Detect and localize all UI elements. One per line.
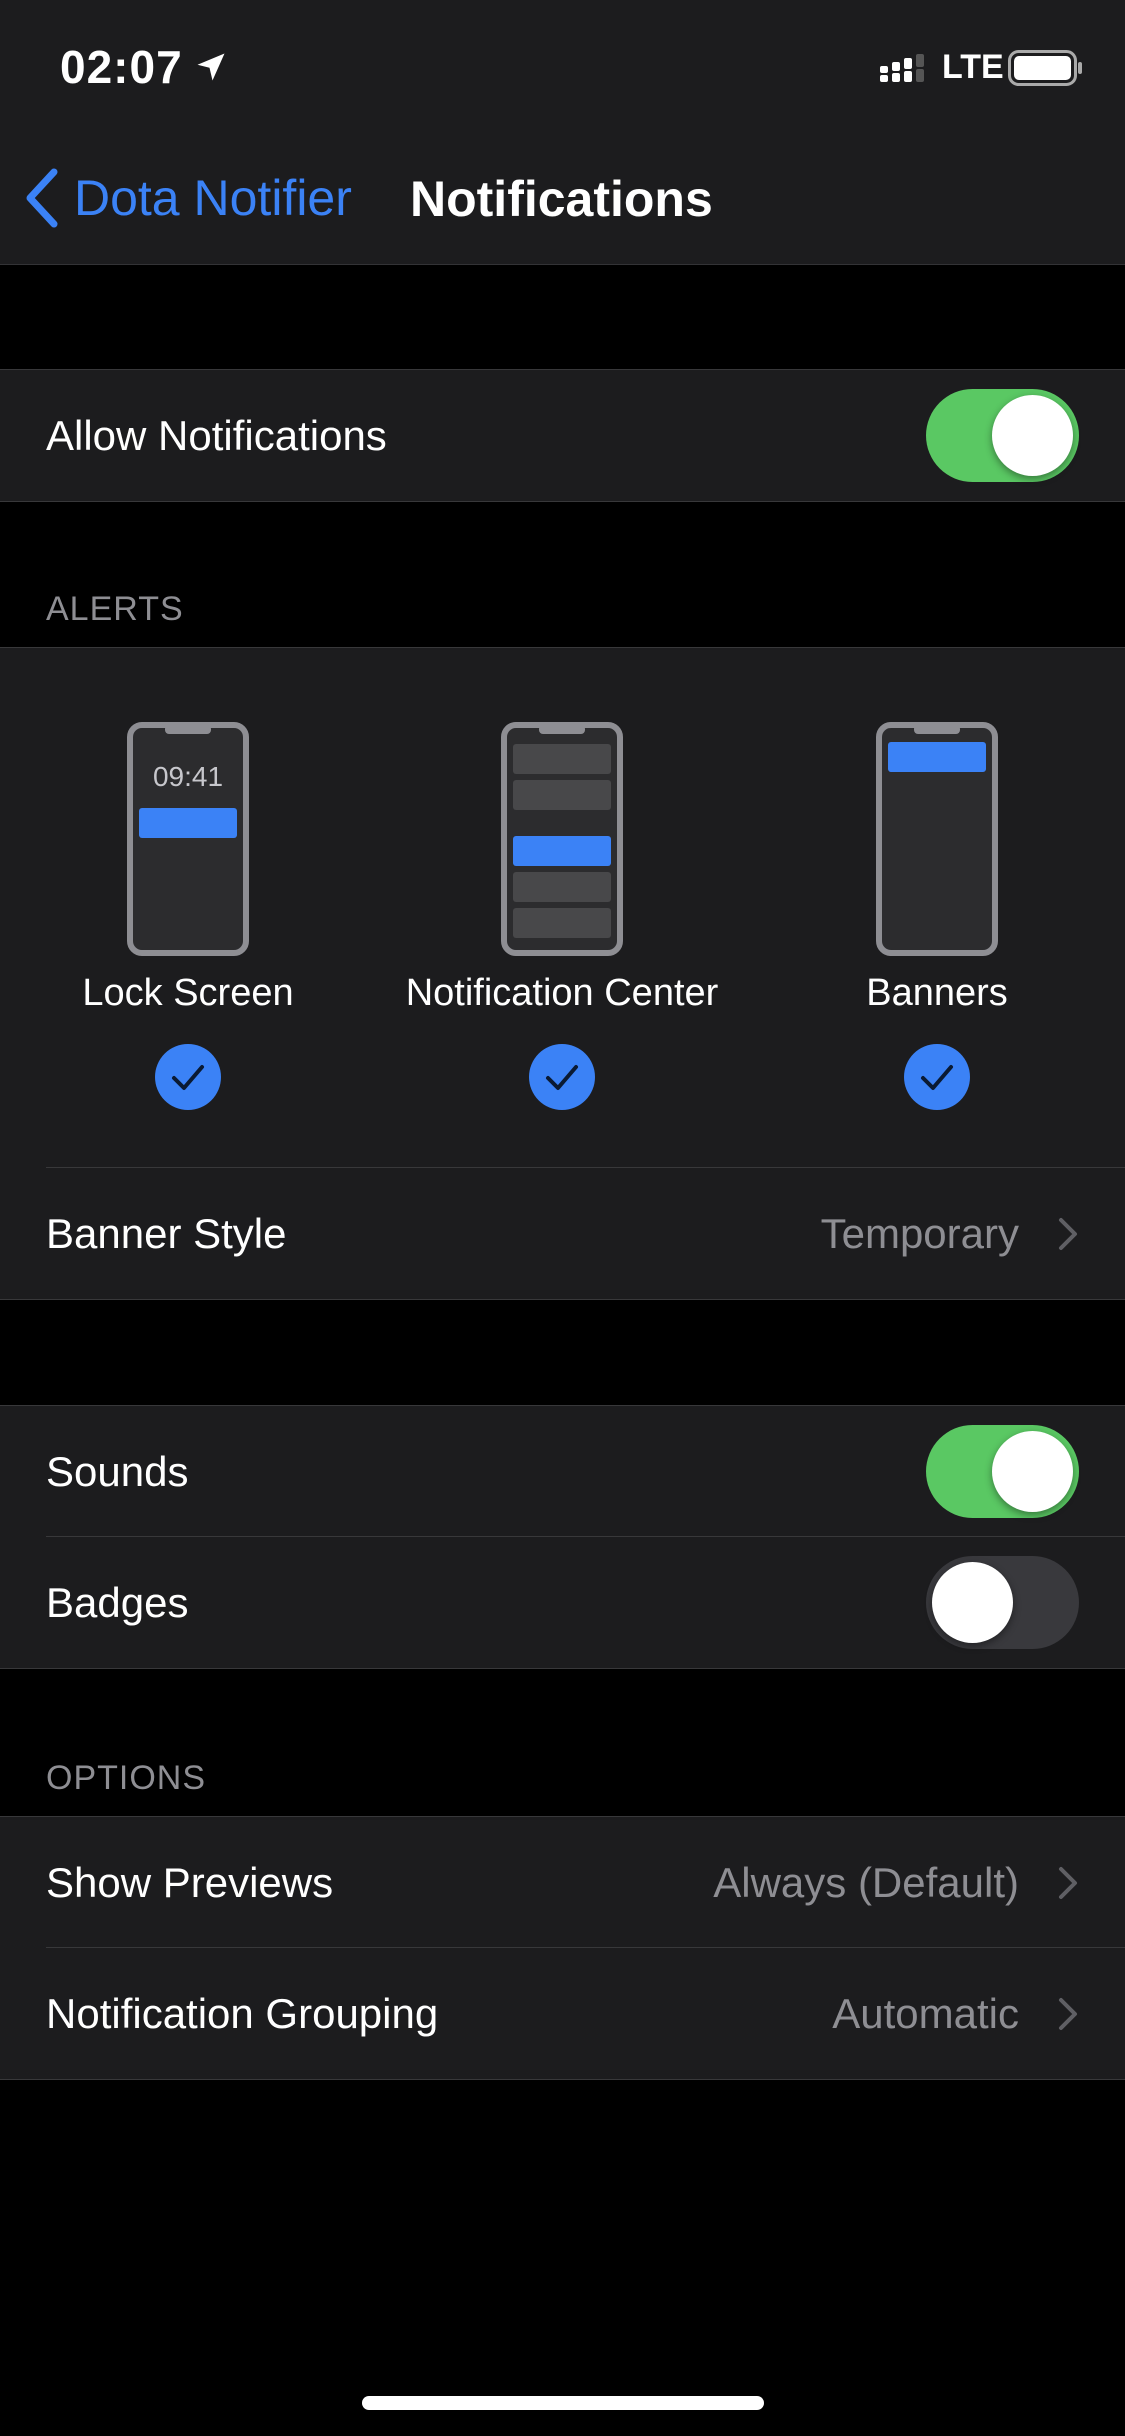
back-button[interactable]: Dota Notifier bbox=[22, 166, 352, 230]
allow-notifications-label: Allow Notifications bbox=[46, 411, 387, 459]
chevron-right-icon bbox=[1059, 1217, 1077, 1250]
toggle-knob bbox=[932, 1562, 1013, 1643]
toggle-knob bbox=[992, 395, 1073, 476]
checkmark-circle-icon[interactable] bbox=[903, 1043, 971, 1111]
checkmark-circle-icon[interactable] bbox=[154, 1043, 222, 1111]
lock-screen-time: 09:41 bbox=[153, 761, 223, 792]
sounds-row: Sounds bbox=[0, 1406, 1125, 1537]
page-title: Notifications bbox=[410, 171, 713, 227]
sounds-toggle[interactable] bbox=[926, 1425, 1079, 1518]
status-time-group: 02:07 bbox=[60, 40, 229, 94]
chevron-left-icon bbox=[26, 168, 58, 228]
location-arrow-icon bbox=[197, 53, 225, 81]
options-group: Show Previews Always (Default) Notificat… bbox=[0, 1816, 1125, 2080]
notification-grouping-row[interactable]: Notification Grouping Automatic bbox=[0, 1948, 1125, 2079]
badges-row: Badges bbox=[0, 1537, 1125, 1668]
options-section-header: OPTIONS bbox=[46, 1759, 207, 1797]
allow-notifications-group: Allow Notifications bbox=[0, 369, 1125, 502]
show-previews-value: Always (Default) bbox=[713, 1858, 1019, 1906]
allow-notifications-toggle[interactable] bbox=[926, 389, 1079, 482]
alert-label-notification-center: Notification Center bbox=[405, 972, 719, 1014]
badges-label: Badges bbox=[46, 1578, 189, 1626]
alert-styles: 09:41 Lock Screen Notification Center Ba… bbox=[0, 648, 1125, 1168]
navigation-bar: Dota Notifier Notifications bbox=[0, 130, 1125, 265]
alert-option-lock-screen[interactable]: 09:41 Lock Screen bbox=[8, 648, 368, 1111]
allow-notifications-row: Allow Notifications bbox=[0, 370, 1125, 501]
home-indicator[interactable] bbox=[362, 2396, 764, 2410]
alert-option-banners[interactable]: Banners bbox=[757, 648, 1117, 1111]
alerts-group: 09:41 Lock Screen Notification Center Ba… bbox=[0, 647, 1125, 1300]
notification-grouping-label: Notification Grouping bbox=[46, 1989, 439, 2037]
alert-label-lock-screen: Lock Screen bbox=[82, 972, 294, 1014]
banner-style-value: Temporary bbox=[820, 1209, 1019, 1257]
badges-toggle[interactable] bbox=[926, 1556, 1079, 1649]
alert-option-notification-center[interactable]: Notification Center bbox=[382, 648, 742, 1111]
chevron-right-icon bbox=[1059, 1997, 1077, 2030]
status-bar: 02:07 LTE bbox=[0, 0, 1125, 130]
notifications-settings-screen: 02:07 LTE Dota Notifier Notifications Al… bbox=[0, 0, 1125, 2436]
banners-phone-icon bbox=[876, 722, 998, 956]
show-previews-row[interactable]: Show Previews Always (Default) bbox=[0, 1817, 1125, 1948]
notification-center-phone-icon bbox=[501, 722, 623, 956]
back-button-label: Dota Notifier bbox=[74, 170, 352, 226]
sounds-badges-group: Sounds Badges bbox=[0, 1405, 1125, 1669]
notification-grouping-value: Automatic bbox=[832, 1989, 1019, 2037]
status-time: 02:07 bbox=[60, 41, 183, 93]
alerts-section-header: ALERTS bbox=[46, 590, 184, 628]
signal-bars-icon bbox=[880, 54, 924, 82]
banner-style-label: Banner Style bbox=[46, 1209, 287, 1257]
banner-style-row[interactable]: Banner Style Temporary bbox=[0, 1168, 1125, 1299]
chevron-right-icon bbox=[1059, 1866, 1077, 1899]
network-type: LTE bbox=[942, 48, 1004, 86]
battery-icon bbox=[1008, 50, 1082, 86]
sounds-label: Sounds bbox=[46, 1447, 189, 1495]
checkmark-circle-icon[interactable] bbox=[528, 1043, 596, 1111]
lock-screen-phone-icon: 09:41 bbox=[127, 722, 249, 956]
toggle-knob bbox=[992, 1431, 1073, 1512]
alert-label-banners: Banners bbox=[866, 972, 1008, 1014]
show-previews-label: Show Previews bbox=[46, 1858, 334, 1906]
